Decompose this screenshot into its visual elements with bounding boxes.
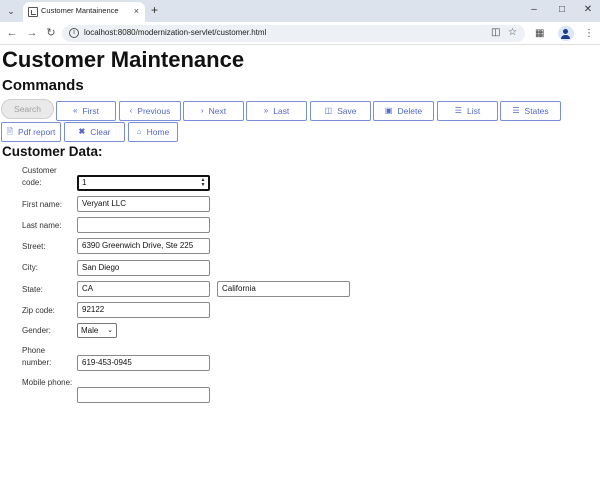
phone-label: Phone number: (22, 346, 52, 367)
file-pdf-icon: 🗎 (6, 127, 14, 136)
states-button-label: States (524, 106, 549, 116)
save-button[interactable]: ◫ Save (310, 101, 371, 121)
profile-avatar-icon[interactable] (558, 26, 574, 41)
forward-icon[interactable]: → (25, 27, 39, 40)
states-button[interactable]: ☰ States (500, 101, 561, 121)
list-button-label: List (466, 106, 481, 116)
delete-button-label: Delete (397, 106, 423, 116)
chevron-right-icon: › (200, 106, 204, 115)
double-chevron-right-icon: » (263, 106, 269, 115)
reload-icon[interactable]: ↻ (44, 27, 58, 40)
customer-data-heading: Customer Data: (2, 144, 103, 159)
street-input[interactable]: 6390 Greenwich Drive, Ste 225 (77, 238, 210, 254)
home-icon: ⌂ (136, 127, 142, 136)
x-mark-icon: ✖ (78, 127, 86, 136)
browser-toolbar: ← → ↻ i localhost:8080/modernization-ser… (0, 22, 600, 45)
save-button-label: Save (337, 106, 357, 116)
zip-code-input[interactable]: 92122 (77, 302, 210, 318)
zip-code-label: Zip code: (22, 306, 55, 315)
customer-code-label: Customer code: (22, 166, 57, 187)
delete-button[interactable]: ▣ Delete (373, 101, 434, 121)
bookmark-star-icon[interactable]: ☆ (508, 27, 517, 39)
minimize-icon[interactable]: – (527, 4, 541, 16)
mobile-phone-input[interactable] (77, 387, 210, 403)
city-input[interactable]: San Diego (77, 260, 210, 276)
home-button[interactable]: ⌂ Home (128, 122, 178, 142)
tab-title: Customer Mantainence (41, 6, 119, 15)
list-icon: ☰ (454, 106, 462, 115)
translate-icon[interactable]: ◫ (491, 27, 500, 39)
new-tab-icon[interactable]: + (151, 3, 158, 17)
extensions-icon[interactable]: ▦ (535, 27, 544, 40)
clear-button-label: Clear (90, 127, 111, 137)
back-icon[interactable]: ← (5, 27, 19, 40)
list-button[interactable]: ☰ List (437, 101, 498, 121)
previous-button-label: Previous (137, 106, 171, 116)
state-name-field: California (217, 281, 350, 297)
chevron-left-icon: ‹ (129, 106, 133, 115)
next-button-label: Next (208, 106, 227, 116)
gender-select[interactable]: Male ⌄ (77, 323, 117, 338)
search-button[interactable]: Search (1, 99, 54, 119)
spinner-arrows-icon[interactable]: ▲ ▼ (200, 178, 206, 188)
first-button-label: First (82, 106, 99, 116)
previous-button[interactable]: ‹ Previous (119, 101, 181, 121)
list-icon: ☰ (512, 106, 520, 115)
tab-search-chevron-icon[interactable]: ⌄ (5, 5, 17, 17)
close-tab-icon[interactable]: × (134, 5, 139, 17)
customer-code-input[interactable]: 1 ▲ ▼ (77, 175, 210, 191)
maximize-icon[interactable]: □ (555, 4, 569, 16)
trash-icon: ▣ (384, 106, 393, 115)
state-code-input[interactable]: CA (77, 281, 210, 297)
address-bar[interactable]: i localhost:8080/modernization-servlet/c… (62, 25, 525, 42)
pdf-report-button-label: Pdf report (18, 127, 56, 137)
floppy-disk-icon: ◫ (324, 106, 333, 115)
gender-label: Gender: (22, 326, 51, 335)
commands-heading: Commands (2, 77, 84, 94)
page-title: Customer Maintenance (2, 47, 245, 72)
customer-code-value: 1 (82, 178, 87, 187)
mobile-phone-label: Mobile phone: (22, 378, 73, 387)
city-label: City: (22, 263, 38, 272)
close-window-icon[interactable]: ✕ (581, 4, 595, 16)
double-chevron-left-icon: « (73, 106, 78, 115)
phone-input[interactable]: 619-453-0945 (77, 355, 210, 371)
url-text[interactable]: localhost:8080/modernization-servlet/cus… (84, 28, 266, 37)
page-favicon-icon (28, 7, 38, 17)
last-name-input[interactable] (77, 217, 210, 233)
home-button-label: Home (146, 127, 170, 137)
street-label: Street: (22, 242, 46, 251)
chevron-down-icon: ⌄ (107, 327, 113, 334)
search-button-label: Search (14, 104, 41, 114)
site-info-icon[interactable]: i (69, 28, 79, 38)
first-button[interactable]: « First (56, 101, 116, 121)
clear-button[interactable]: ✖ Clear (64, 122, 125, 142)
gender-selected-value: Male (81, 326, 99, 335)
state-label: State: (22, 285, 43, 294)
browser-menu-icon[interactable]: ⋮ (584, 27, 594, 40)
last-button-label: Last (273, 106, 290, 116)
next-button[interactable]: › Next (183, 101, 244, 121)
pdf-report-button[interactable]: 🗎 Pdf report (1, 122, 61, 142)
first-name-input[interactable]: Veryant LLC (77, 196, 210, 212)
browser-tab-strip: ⌄ Customer Mantainence × + – □ ✕ (0, 0, 600, 22)
last-name-label: Last name: (22, 221, 62, 230)
page-content: Customer Maintenance Commands Search « F… (0, 45, 600, 478)
browser-tab[interactable]: Customer Mantainence × (23, 2, 145, 22)
last-button[interactable]: » Last (246, 101, 307, 121)
first-name-label: First name: (22, 200, 63, 209)
